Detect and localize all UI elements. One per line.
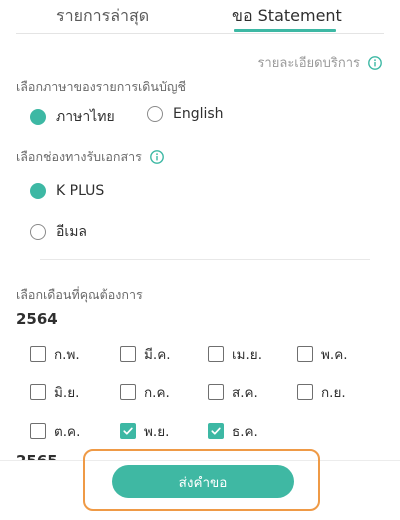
year-heading: 2564 <box>16 310 58 328</box>
language-section-label: เลือกภาษาของรายการเดินบัญชี <box>16 79 187 94</box>
checkbox-unchecked-icon[interactable] <box>297 346 313 362</box>
month-label: ธ.ค. <box>232 424 258 440</box>
active-tab-indicator <box>234 29 336 32</box>
radio-unselected-icon[interactable] <box>30 224 46 240</box>
month-label: ก.ค. <box>144 385 170 401</box>
tab-recent-transactions[interactable]: รายการล่าสุด <box>56 4 149 29</box>
channel-section-label: เลือกช่องทางรับเอกสาร <box>16 147 164 167</box>
tab-bar: รายการล่าสุด ขอ Statement <box>0 0 400 36</box>
channel-label-text: เลือกช่องทางรับเอกสาร <box>16 149 142 164</box>
month-label: ก.ย. <box>321 385 346 401</box>
checkbox-unchecked-icon[interactable] <box>297 384 313 400</box>
month-checkbox-item[interactable]: พ.ย. <box>120 420 169 442</box>
month-checkbox-item[interactable]: ก.ค. <box>120 381 170 403</box>
checkbox-checked-icon[interactable] <box>208 423 224 439</box>
checkbox-unchecked-icon[interactable] <box>30 384 46 400</box>
checkbox-unchecked-icon[interactable] <box>30 346 46 362</box>
channel-option-label: K PLUS <box>56 183 105 199</box>
checkbox-unchecked-icon[interactable] <box>120 384 136 400</box>
month-label: ก.พ. <box>54 347 80 363</box>
tab-divider <box>16 33 384 34</box>
language-option-label: ภาษาไทย <box>56 109 115 125</box>
month-label: เม.ย. <box>232 347 263 363</box>
month-checkbox-item[interactable]: มิ.ย. <box>30 381 79 403</box>
month-label: มี.ค. <box>144 347 171 363</box>
month-label: พ.ค. <box>321 347 348 363</box>
channel-option-label: อีเมล <box>56 224 88 240</box>
language-option-label: English <box>173 106 224 122</box>
highlight-box <box>83 449 320 511</box>
checkbox-unchecked-icon[interactable] <box>30 423 46 439</box>
channel-option-kplus[interactable]: K PLUS <box>30 183 104 199</box>
month-label: มิ.ย. <box>54 385 80 401</box>
checkbox-unchecked-icon[interactable] <box>120 346 136 362</box>
month-checkbox-item[interactable]: ส.ค. <box>208 381 258 403</box>
tab-request-statement[interactable]: ขอ Statement <box>232 4 342 29</box>
service-details-label: รายละเอียดบริการ <box>257 56 360 71</box>
month-checkbox-item[interactable]: ก.พ. <box>30 343 80 365</box>
checkbox-unchecked-icon[interactable] <box>208 346 224 362</box>
service-details-link[interactable]: รายละเอียดบริการ <box>257 52 382 73</box>
checkbox-checked-icon[interactable] <box>120 423 136 439</box>
section-divider <box>40 259 370 260</box>
language-option-english[interactable]: English <box>147 106 224 122</box>
month-checkbox-item[interactable]: พ.ค. <box>297 343 348 365</box>
radio-selected-icon[interactable] <box>30 109 46 125</box>
month-label: พ.ย. <box>144 424 170 440</box>
channel-option-email[interactable]: อีเมล <box>30 221 87 243</box>
month-checkbox-item[interactable]: เม.ย. <box>208 343 262 365</box>
month-section-label: เลือกเดือนที่คุณต้องการ <box>16 287 143 302</box>
month-checkbox-item[interactable]: ธ.ค. <box>208 420 258 442</box>
month-label: ส.ค. <box>232 385 258 401</box>
month-checkbox-item[interactable]: ก.ย. <box>297 381 346 403</box>
radio-unselected-icon[interactable] <box>147 106 163 122</box>
month-label: ต.ค. <box>54 424 81 440</box>
radio-selected-icon[interactable] <box>30 183 46 199</box>
language-option-thai[interactable]: ภาษาไทย <box>30 106 115 128</box>
info-icon[interactable] <box>149 150 164 164</box>
checkbox-unchecked-icon[interactable] <box>208 384 224 400</box>
info-icon[interactable] <box>368 55 382 70</box>
month-checkbox-item[interactable]: ต.ค. <box>30 420 80 442</box>
month-checkbox-item[interactable]: มี.ค. <box>120 343 171 365</box>
